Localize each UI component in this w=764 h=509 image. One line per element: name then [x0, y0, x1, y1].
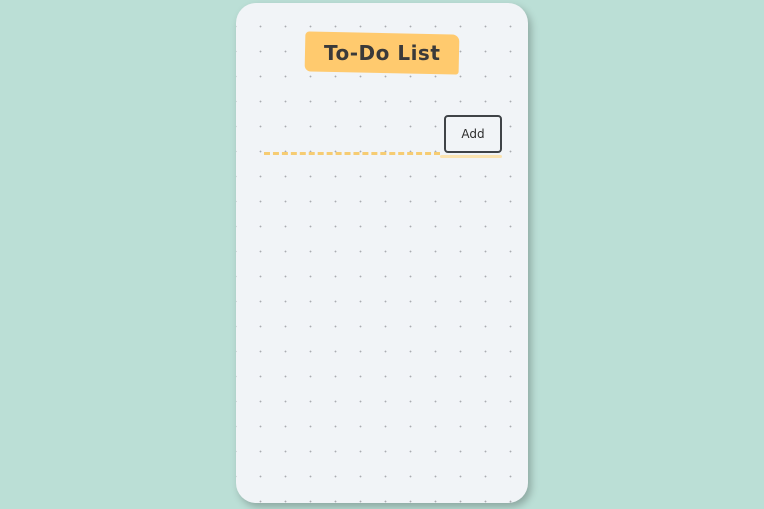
- todo-card: To-Do List Add: [236, 3, 528, 503]
- add-button[interactable]: Add: [444, 115, 502, 153]
- add-task-form: Add: [264, 115, 502, 159]
- title-highlight: To-Do List: [304, 31, 460, 75]
- page-title: To-Do List: [323, 41, 441, 65]
- input-underline: [440, 155, 502, 158]
- task-list: [264, 173, 502, 473]
- task-input[interactable]: [264, 115, 440, 155]
